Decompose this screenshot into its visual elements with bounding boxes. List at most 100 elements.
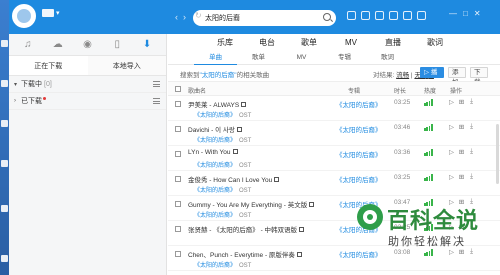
song-album[interactable]: 《太阳的后裔》 OST — [194, 135, 251, 144]
table-row[interactable]: 尹美莱 - ALWAYS 《太阳的后裔》 OST 《太阳的后裔》 03:25 ▷ ⊞ ⤓ — [168, 96, 500, 121]
tab-playlists[interactable]: 歌单 — [288, 37, 330, 48]
cloud-icon[interactable]: ☁ — [51, 38, 65, 52]
table-row[interactable]: 金俊秀 - How Can I Love You 《太阳的后裔》 OST 《太阳的后裔… — [168, 171, 500, 196]
tab-mv-results[interactable]: MV — [280, 51, 323, 65]
skin-icon[interactable] — [347, 11, 356, 20]
album-link[interactable]: 《太阳的后裔》 — [336, 99, 382, 109]
menu-icon[interactable] — [153, 98, 160, 104]
tab-radio[interactable]: 电台 — [246, 37, 288, 48]
play-icon[interactable]: ▷ — [448, 123, 455, 131]
download-icon[interactable]: ⤓ — [468, 148, 475, 156]
broadcast-icon[interactable]: ◉ — [80, 38, 94, 52]
phone-icon[interactable]: ▯ — [110, 38, 124, 52]
back-icon[interactable]: ‹ — [175, 13, 178, 22]
music-note-icon[interactable]: ♫ — [21, 38, 35, 52]
song-title[interactable]: Chen、Punch - Everytime - 原版伴奏 — [188, 249, 302, 259]
forward-icon[interactable]: › — [183, 13, 186, 22]
col-duration[interactable]: 时长 — [394, 86, 406, 95]
col-name[interactable]: 歌曲名 — [188, 86, 206, 95]
row-checkbox[interactable] — [175, 151, 181, 157]
section-downloading[interactable]: ▾ 下载中 [0] — [9, 76, 166, 93]
game-icon[interactable] — [361, 11, 370, 20]
section-downloaded[interactable]: › 已下载 — [9, 93, 166, 110]
add-icon[interactable]: ⊞ — [458, 148, 465, 156]
tab-live[interactable]: 直播 — [372, 37, 414, 48]
album-link[interactable]: 《太阳的后裔》 — [336, 174, 382, 184]
maximize-icon[interactable]: □ — [463, 9, 468, 18]
mv-icon[interactable] — [299, 226, 305, 232]
row-checkbox[interactable] — [175, 126, 181, 132]
row-checkbox[interactable] — [175, 101, 181, 107]
play-icon[interactable]: ▷ — [448, 248, 455, 256]
mv-icon[interactable] — [236, 126, 242, 132]
add-icon[interactable]: ⊞ — [458, 98, 465, 106]
download-icon[interactable]: ⤓ — [468, 98, 475, 106]
song-album[interactable]: 《太阳的后裔》 OST — [194, 160, 251, 169]
table-row[interactable]: Chen、Punch - Everytime - 原版伴奏 《太阳的后裔》 OST 《… — [168, 246, 500, 271]
table-row[interactable]: Davichi - 이 사랑 《太阳的后裔》 OST 《太阳的后裔》 03:46 ▷ ⊞ ⤓ — [168, 121, 500, 146]
download-icon[interactable]: ⤓ — [468, 173, 475, 181]
mv-icon[interactable] — [274, 176, 280, 182]
add-button[interactable]: 添加 — [448, 67, 466, 86]
desktop-file-icon[interactable] — [1, 120, 8, 127]
quality-smooth[interactable]: 流畅 — [396, 72, 409, 79]
play-icon[interactable]: ▷ — [448, 173, 455, 181]
play-icon[interactable]: ▷ — [448, 98, 455, 106]
table-row[interactable]: LYn - With You 《太阳的后裔》 OST 《太阳的后裔》 03:36 ▷ ⊞ ⤓ — [168, 146, 500, 171]
tab-lyrics[interactable]: 歌词 — [414, 37, 456, 48]
desktop-file-icon[interactable] — [1, 80, 8, 87]
tab-songs[interactable]: 单曲 — [194, 51, 237, 65]
mv-icon[interactable] — [309, 201, 315, 207]
desktop-file-icon[interactable] — [1, 205, 8, 212]
tab-library[interactable]: 乐库 — [204, 37, 246, 48]
row-checkbox[interactable] — [175, 251, 181, 257]
search-input[interactable] — [205, 12, 315, 24]
album-link[interactable]: 《太阳的后裔》 — [336, 249, 382, 259]
add-icon[interactable]: ⊞ — [458, 173, 465, 181]
album-link[interactable]: 《太阳的后裔》 — [336, 149, 382, 159]
search-icon[interactable] — [323, 13, 331, 21]
collapse-icon[interactable]: ▾ — [14, 81, 21, 88]
song-title[interactable]: 张贤赫 - 《太阳的后裔》 - 中韩双语版 — [188, 224, 305, 234]
scrollbar[interactable] — [496, 124, 499, 184]
song-title[interactable]: LYn - With You — [188, 148, 238, 156]
close-icon[interactable]: ✕ — [474, 9, 481, 18]
download-button[interactable]: 下载 — [470, 67, 488, 86]
select-all-checkbox[interactable] — [175, 86, 181, 92]
col-heat[interactable]: 热度 — [424, 86, 436, 95]
tool-icon[interactable] — [403, 11, 412, 20]
mv-icon[interactable] — [296, 251, 302, 257]
tab-mv[interactable]: MV — [330, 38, 372, 47]
tab-lyrics-results[interactable]: 歌词 — [366, 51, 409, 65]
desktop-file-icon[interactable] — [1, 160, 8, 167]
song-album[interactable] — [194, 235, 197, 241]
mail-icon[interactable] — [389, 11, 398, 20]
menu-icon[interactable] — [153, 81, 160, 87]
song-album[interactable]: 《太阳的后裔》 OST — [194, 260, 251, 269]
song-title[interactable]: 金俊秀 - How Can I Love You — [188, 174, 280, 184]
add-icon[interactable]: ⊞ — [458, 248, 465, 256]
song-album[interactable]: 《太阳的后裔》 OST — [194, 185, 251, 194]
row-checkbox[interactable] — [175, 226, 181, 232]
mv-icon[interactable] — [232, 148, 238, 154]
play-all-button[interactable]: ▷ 播放 — [420, 67, 444, 86]
download-icon[interactable]: ⤓ — [468, 248, 475, 256]
tab-playlist[interactable]: 歌单 — [237, 51, 280, 65]
message-icon[interactable] — [375, 11, 384, 20]
song-album[interactable]: 《太阳的后裔》 OST — [194, 210, 251, 219]
expand-icon[interactable]: › — [14, 98, 21, 104]
row-checkbox[interactable] — [175, 176, 181, 182]
username[interactable] — [42, 9, 54, 17]
row-checkbox[interactable] — [175, 201, 181, 207]
add-icon[interactable]: ⊞ — [458, 123, 465, 131]
avatar[interactable] — [12, 4, 36, 28]
refresh-icon[interactable]: ↻ — [195, 11, 202, 20]
song-title[interactable]: Gummy - You Are My Everything - 英文版 — [188, 199, 315, 209]
song-title[interactable]: 尹美莱 - ALWAYS — [188, 99, 247, 109]
song-title[interactable]: Davichi - 이 사랑 — [188, 124, 242, 134]
chevron-down-icon[interactable]: ▾ — [56, 9, 60, 17]
download-icon[interactable]: ⬇ — [140, 38, 154, 52]
col-album[interactable]: 专辑 — [348, 86, 360, 95]
desktop-file-icon[interactable] — [1, 255, 8, 262]
download-icon[interactable]: ⤓ — [468, 123, 475, 131]
